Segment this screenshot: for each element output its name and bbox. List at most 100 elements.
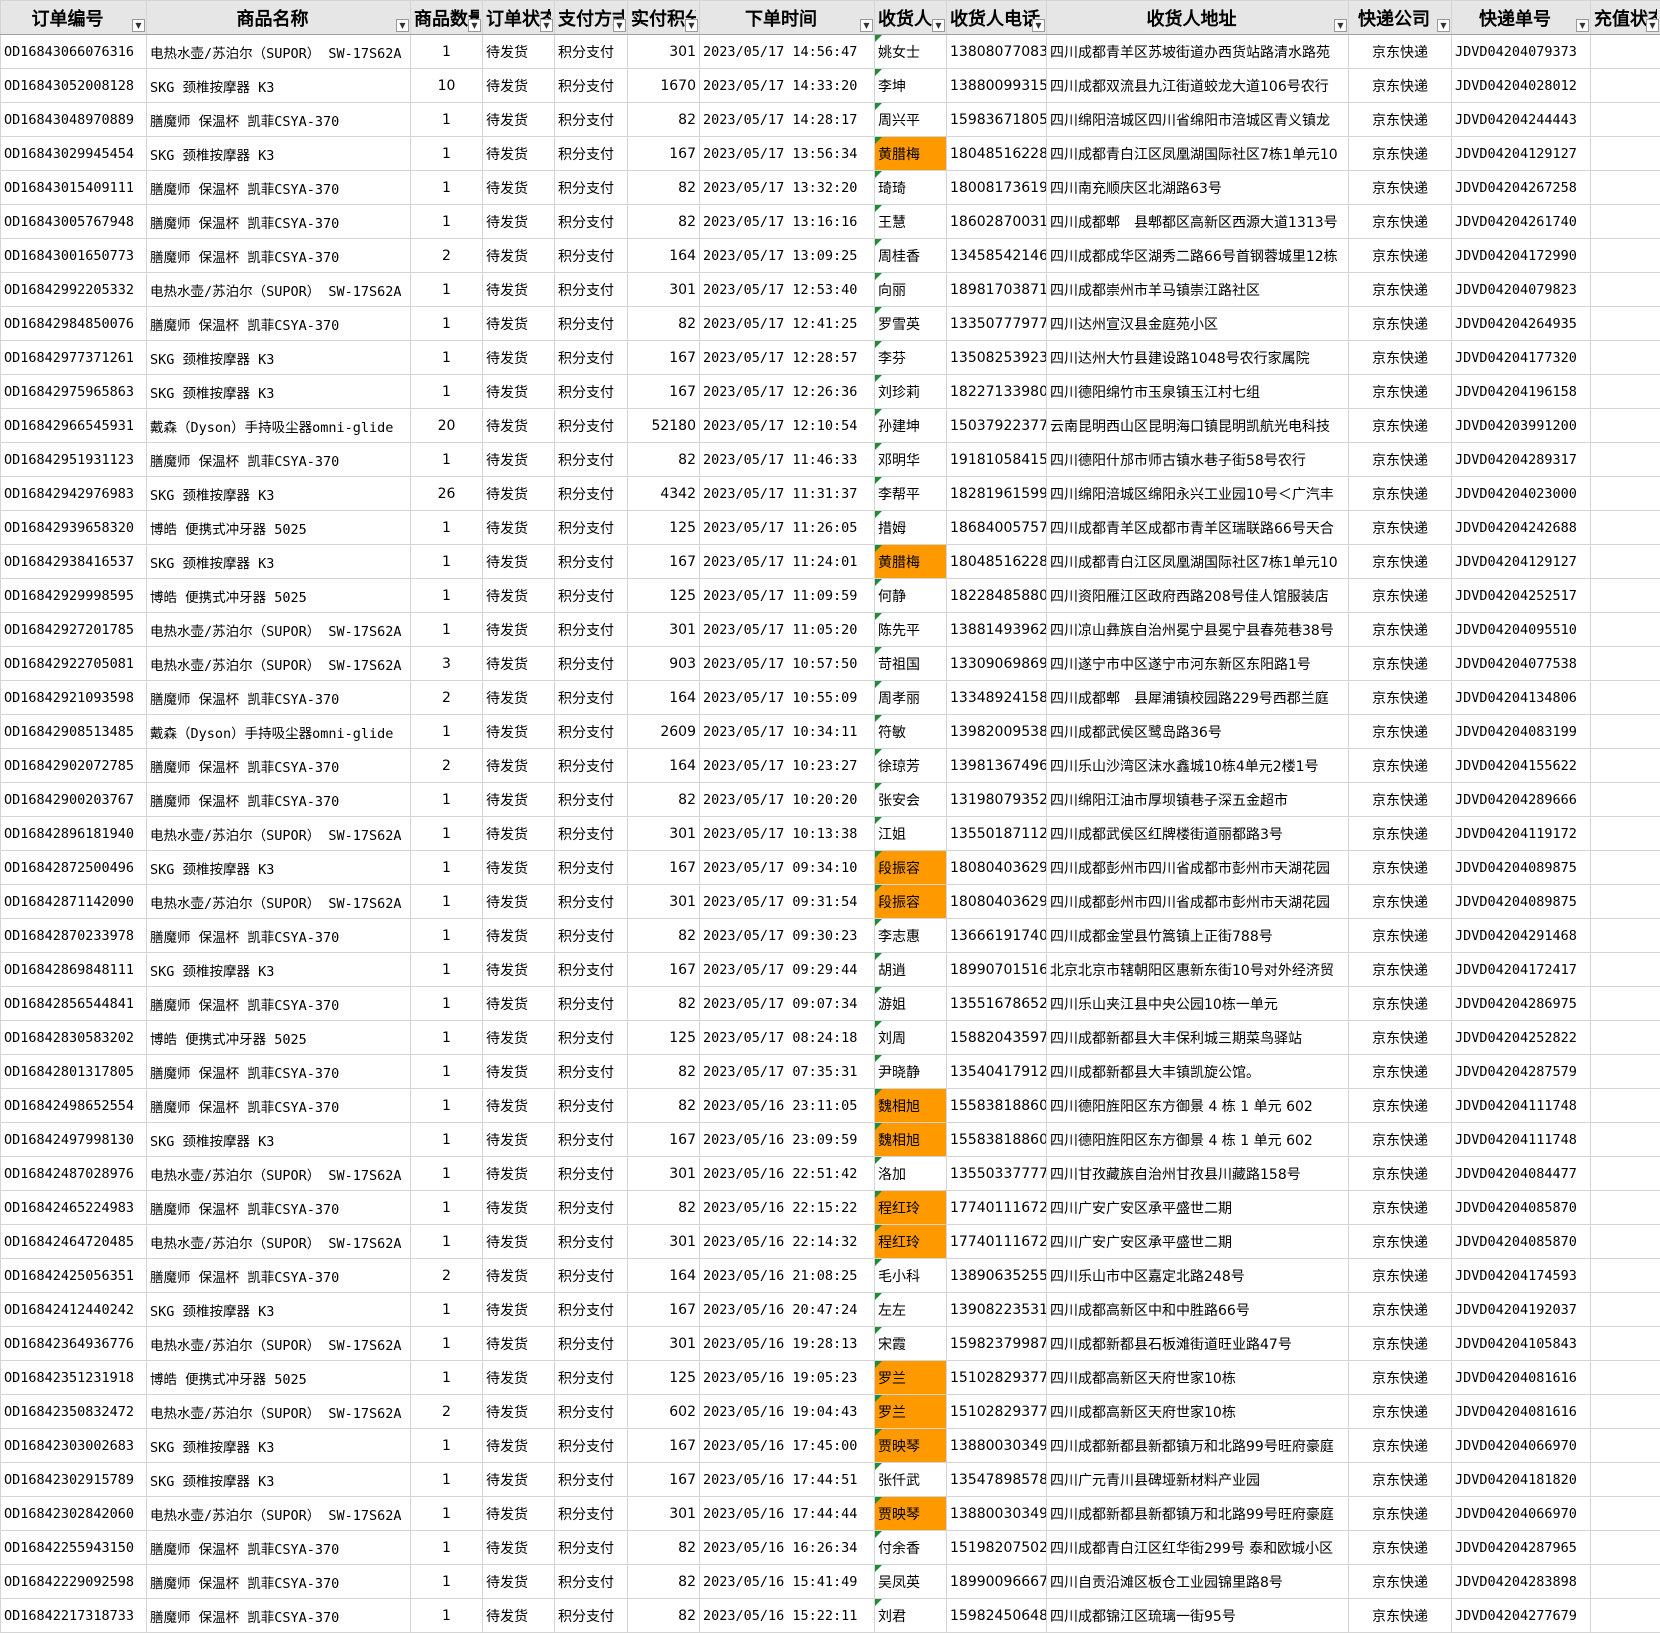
courier-cell[interactable]: 京东快递	[1348, 1088, 1452, 1123]
order-time-cell[interactable]: 2023/05/16 19:28:13	[699, 1326, 875, 1361]
product-cell[interactable]: 电热水壶/苏泊尔（SUPOR） SW-17S62A	[146, 646, 411, 681]
recipient-cell[interactable]: 付余香	[874, 1530, 947, 1565]
qty-cell[interactable]: 1	[410, 272, 483, 307]
order-time-cell[interactable]: 2023/05/17 12:41:25	[699, 306, 875, 341]
product-cell[interactable]: 膳魔师 保温杯 凯菲CSYA-370	[146, 102, 411, 137]
points-cell[interactable]: 167	[627, 1292, 700, 1327]
order-time-cell[interactable]: 2023/05/16 22:51:42	[699, 1156, 875, 1191]
order-id-cell[interactable]: OD16842984850076	[0, 306, 147, 341]
qty-cell[interactable]: 1	[410, 1428, 483, 1463]
order-id-cell[interactable]: OD16842487028976	[0, 1156, 147, 1191]
recipient-cell[interactable]: 魏相旭	[874, 1088, 947, 1123]
recipient-cell[interactable]: 李志惠	[874, 918, 947, 953]
recharge-cell[interactable]	[1590, 680, 1660, 715]
recipient-cell[interactable]: 左左	[874, 1292, 947, 1327]
pay-method-cell[interactable]: 积分支付	[554, 884, 628, 919]
points-cell[interactable]: 167	[627, 1428, 700, 1463]
phone-cell[interactable]: 15982450648	[946, 1598, 1047, 1633]
recharge-cell[interactable]	[1590, 544, 1660, 579]
qty-cell[interactable]: 1	[410, 34, 483, 69]
phone-cell[interactable]: 13880030349	[946, 1428, 1047, 1463]
recharge-cell[interactable]	[1590, 204, 1660, 239]
qty-cell[interactable]: 1	[410, 850, 483, 885]
recipient-cell[interactable]: 罗兰	[874, 1360, 947, 1395]
recharge-cell[interactable]	[1590, 238, 1660, 273]
address-cell[interactable]: 四川成都彭州市四川省成都市彭州市天湖花园	[1046, 850, 1349, 885]
order-time-cell[interactable]: 2023/05/17 11:46:33	[699, 442, 875, 477]
points-cell[interactable]: 82	[627, 1190, 700, 1225]
product-cell[interactable]: 膳魔师 保温杯 凯菲CSYA-370	[146, 1258, 411, 1293]
tracking-cell[interactable]: JDVD04204134806	[1451, 680, 1591, 715]
status-cell[interactable]: 待发货	[482, 1258, 555, 1293]
tracking-cell[interactable]: JDVD04204174593	[1451, 1258, 1591, 1293]
qty-cell[interactable]: 1	[410, 1088, 483, 1123]
dropdown-arrow-icon[interactable]: ▼	[540, 19, 553, 32]
tracking-cell[interactable]: JDVD04204081616	[1451, 1360, 1591, 1395]
pay-method-cell[interactable]: 积分支付	[554, 578, 628, 613]
address-cell[interactable]: 四川成都青羊区成都市青羊区瑞联路66号天合	[1046, 510, 1349, 545]
address-cell[interactable]: 四川成都金堂县竹篙镇上正街788号	[1046, 918, 1349, 953]
product-cell[interactable]: SKG 颈椎按摩器 K3	[146, 476, 411, 511]
dropdown-arrow-icon[interactable]: ▼	[132, 19, 145, 32]
courier-cell[interactable]: 京东快递	[1348, 816, 1452, 851]
qty-cell[interactable]: 1	[410, 1020, 483, 1055]
dropdown-arrow-icon[interactable]: ▼	[1576, 19, 1589, 32]
product-cell[interactable]: 膳魔师 保温杯 凯菲CSYA-370	[146, 1530, 411, 1565]
phone-cell[interactable]: 13551678652	[946, 986, 1047, 1021]
product-cell[interactable]: SKG 颈椎按摩器 K3	[146, 374, 411, 409]
tracking-cell[interactable]: JDVD04204079823	[1451, 272, 1591, 307]
courier-cell[interactable]: 京东快递	[1348, 1564, 1452, 1599]
address-cell[interactable]: 四川成都新都县新都镇万和北路99号旺府豪庭	[1046, 1496, 1349, 1531]
courier-cell[interactable]: 京东快递	[1348, 918, 1452, 953]
status-cell[interactable]: 待发货	[482, 612, 555, 647]
recharge-cell[interactable]	[1590, 1496, 1660, 1531]
pay-method-cell[interactable]: 积分支付	[554, 102, 628, 137]
phone-cell[interactable]: 19181058415	[946, 442, 1047, 477]
phone-cell[interactable]: 15882043597	[946, 1020, 1047, 1055]
tracking-cell[interactable]: JDVD04204192037	[1451, 1292, 1591, 1327]
points-cell[interactable]: 82	[627, 1054, 700, 1089]
recharge-cell[interactable]	[1590, 102, 1660, 137]
phone-cell[interactable]: 13458542146	[946, 238, 1047, 273]
points-cell[interactable]: 301	[627, 816, 700, 851]
recharge-cell[interactable]	[1590, 986, 1660, 1021]
qty-cell[interactable]: 1	[410, 1326, 483, 1361]
courier-cell[interactable]: 京东快递	[1348, 1156, 1452, 1191]
recharge-cell[interactable]	[1590, 1088, 1660, 1123]
address-cell[interactable]: 四川甘孜藏族自治州甘孜县川藏路158号	[1046, 1156, 1349, 1191]
product-cell[interactable]: SKG 颈椎按摩器 K3	[146, 1462, 411, 1497]
recharge-cell[interactable]	[1590, 1394, 1660, 1429]
order-id-cell[interactable]: OD16842801317805	[0, 1054, 147, 1089]
address-cell[interactable]: 四川德阳旌阳区东方御景 4 栋 1 单元 602	[1046, 1088, 1349, 1123]
status-cell[interactable]: 待发货	[482, 1428, 555, 1463]
courier-cell[interactable]: 京东快递	[1348, 68, 1452, 103]
address-cell[interactable]: 四川成都双流县九江街道蛟龙大道106号农行	[1046, 68, 1349, 103]
order-time-cell[interactable]: 2023/05/16 17:44:51	[699, 1462, 875, 1497]
order-time-cell[interactable]: 2023/05/16 16:26:34	[699, 1530, 875, 1565]
product-cell[interactable]: 膳魔师 保温杯 凯菲CSYA-370	[146, 442, 411, 477]
points-cell[interactable]: 82	[627, 170, 700, 205]
points-cell[interactable]: 167	[627, 952, 700, 987]
pay-method-cell[interactable]: 积分支付	[554, 1054, 628, 1089]
qty-cell[interactable]: 1	[410, 816, 483, 851]
recharge-cell[interactable]	[1590, 1462, 1660, 1497]
phone-cell[interactable]: 18684005757	[946, 510, 1047, 545]
recharge-cell[interactable]	[1590, 1326, 1660, 1361]
dropdown-arrow-icon[interactable]: ▼	[932, 19, 945, 32]
pay-method-cell[interactable]: 积分支付	[554, 238, 628, 273]
address-cell[interactable]: 四川德阳绵竹市玉泉镇玉江村七组	[1046, 374, 1349, 409]
points-cell[interactable]: 82	[627, 442, 700, 477]
qty-cell[interactable]: 1	[410, 442, 483, 477]
pay-method-cell[interactable]: 积分支付	[554, 476, 628, 511]
status-cell[interactable]: 待发货	[482, 374, 555, 409]
tracking-cell[interactable]: JDVD04204028012	[1451, 68, 1591, 103]
address-cell[interactable]: 四川成都武侯区鹭岛路36号	[1046, 714, 1349, 749]
product-cell[interactable]: 戴森（Dyson）手持吸尘器omni-glide	[146, 714, 411, 749]
recipient-cell[interactable]: 尹晓静	[874, 1054, 947, 1089]
qty-cell[interactable]: 2	[410, 680, 483, 715]
product-cell[interactable]: 膳魔师 保温杯 凯菲CSYA-370	[146, 1598, 411, 1633]
pay-method-cell[interactable]: 积分支付	[554, 1258, 628, 1293]
qty-cell[interactable]: 1	[410, 952, 483, 987]
pay-method-cell[interactable]: 积分支付	[554, 714, 628, 749]
qty-cell[interactable]: 1	[410, 1190, 483, 1225]
